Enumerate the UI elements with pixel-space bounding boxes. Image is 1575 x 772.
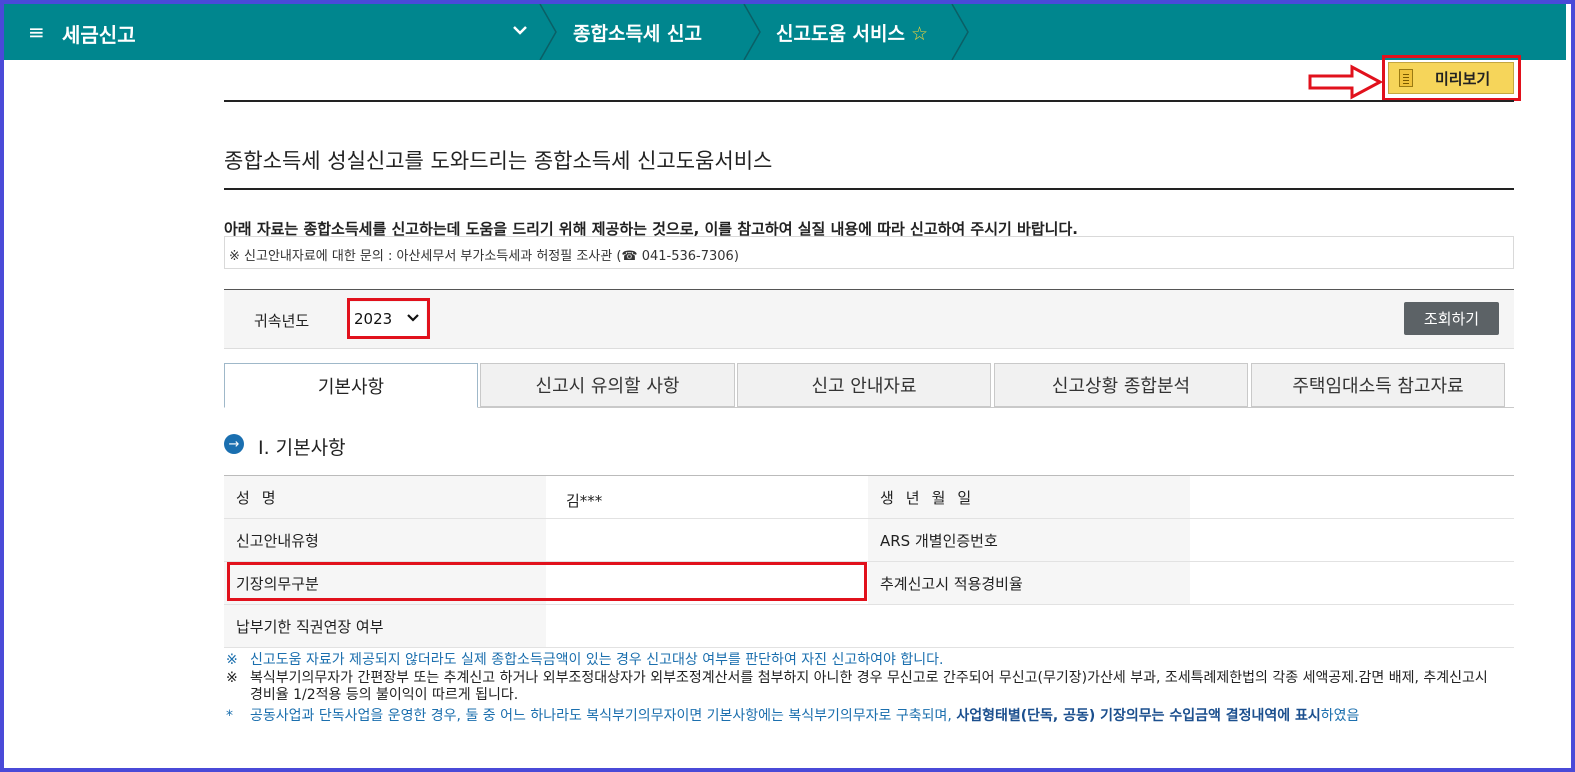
note-mark: * bbox=[226, 707, 233, 724]
highlight-preview-box bbox=[1382, 55, 1521, 101]
top-nav-bar: ≡ 세금신고 종합소득세 신고 신고도움 서비스 ☆ bbox=[4, 4, 1566, 60]
highlight-bookkeeping-box bbox=[227, 562, 867, 601]
label-birthdate: 생년월일 bbox=[868, 475, 1190, 519]
table-row: 납부기한 직권연장 여부 bbox=[224, 604, 1514, 648]
annotation-arrow-icon bbox=[1308, 64, 1384, 100]
breadcrumb-help-service[interactable]: 신고도움 서비스 ☆ bbox=[776, 19, 928, 46]
note-text: 공동사업과 단독사업을 운영한 경우, 둘 중 어느 하나라도 복식부기의무자이… bbox=[250, 708, 1359, 726]
contact-info: ※ 신고안내자료에 대한 문의 : 아산세무서 부가소득세과 허정필 조사관 (… bbox=[224, 236, 1514, 269]
arrow-right-circle-icon: → bbox=[224, 434, 244, 454]
label-expense-rate: 추계신고시 적용경비율 bbox=[868, 561, 1190, 605]
tab-housing-rental[interactable]: 주택임대소득 참고자료 bbox=[1251, 363, 1505, 407]
label-name: 성명 bbox=[224, 475, 546, 519]
divider bbox=[224, 188, 1514, 190]
nav-title[interactable]: 세금신고 bbox=[62, 19, 136, 48]
tab-basic-info[interactable]: 기본사항 bbox=[224, 363, 478, 408]
breadcrumb-separator-icon bbox=[951, 4, 969, 60]
note-mark: ※ bbox=[226, 652, 238, 668]
value-deadline-extension bbox=[546, 604, 1514, 648]
value-name: 김*** bbox=[546, 475, 868, 519]
value-guide-type bbox=[546, 518, 868, 562]
table-row: 성명 김*** 생년월일 bbox=[224, 475, 1514, 519]
hamburger-menu-icon[interactable]: ≡ bbox=[28, 21, 45, 43]
note-text-part: 공동사업과 단독사업을 운영한 경우, 둘 중 어느 하나라도 복식부기의무자이… bbox=[250, 707, 957, 724]
favorite-star-icon[interactable]: ☆ bbox=[911, 23, 928, 45]
section-title: Ⅰ. 기본사항 bbox=[258, 437, 346, 459]
breadcrumb-help-service-label: 신고도움 서비스 bbox=[776, 23, 905, 45]
query-button[interactable]: 조회하기 bbox=[1404, 302, 1499, 335]
chevron-down-icon[interactable] bbox=[512, 19, 528, 46]
table-row: 신고안내유형 ARS 개별인증번호 bbox=[224, 518, 1514, 562]
note-item: * 공동사업과 단독사업을 운영한 경우, 둘 중 어느 하나라도 복식부기의무… bbox=[224, 708, 1494, 726]
year-label: 귀속년도 bbox=[254, 312, 310, 330]
note-item: ※ 복식부기의무자가 간편장부 또는 추계신고 하거나 외부조정대상자가 외부조… bbox=[224, 670, 1494, 705]
note-text: 복식부기의무자가 간편장부 또는 추계신고 하거나 외부조정대상자가 외부조정계… bbox=[250, 669, 1488, 704]
label-deadline-extension: 납부기한 직권연장 여부 bbox=[224, 604, 546, 648]
label-guide-type: 신고안내유형 bbox=[224, 518, 546, 562]
value-birthdate bbox=[1190, 475, 1514, 519]
tab-filing-analysis[interactable]: 신고상황 종합분석 bbox=[994, 363, 1248, 407]
page-subtitle: 종합소득세 성실신고를 도와드리는 종합소득세 신고도움서비스 bbox=[224, 149, 773, 173]
label-ars-code: ARS 개별인증번호 bbox=[868, 518, 1190, 562]
breadcrumb-separator-icon bbox=[743, 4, 761, 60]
note-text-part: 하였음 bbox=[1320, 707, 1360, 724]
note-text: 신고도움 자료가 제공되지 않더라도 실제 종합소득금액이 있는 경우 신고대상… bbox=[250, 652, 944, 668]
contact-text: ※ 신고안내자료에 대한 문의 : 아산세무서 부가소득세과 허정필 조사관 (… bbox=[229, 249, 739, 264]
divider bbox=[224, 100, 1514, 102]
note-mark: ※ bbox=[226, 669, 238, 686]
note-text-emphasis: 사업형태별(단독, 공동) 기장의무는 수입금액 결정내역에 표시 bbox=[956, 707, 1321, 724]
highlight-year-box bbox=[347, 298, 430, 339]
notes: ※ 신고도움 자료가 제공되지 않더라도 실제 종합소득금액이 있는 경우 신고… bbox=[224, 652, 1494, 725]
tab-filing-cautions[interactable]: 신고시 유의할 사항 bbox=[480, 363, 735, 407]
note-item: ※ 신고도움 자료가 제공되지 않더라도 실제 종합소득금액이 있는 경우 신고… bbox=[224, 652, 1494, 670]
tab-filing-guide[interactable]: 신고 안내자료 bbox=[737, 363, 991, 407]
value-expense-rate bbox=[1190, 561, 1514, 605]
breadcrumb-income-tax[interactable]: 종합소득세 신고 bbox=[573, 19, 702, 46]
value-ars-code bbox=[1190, 518, 1514, 562]
breadcrumb-separator-icon bbox=[539, 4, 557, 60]
